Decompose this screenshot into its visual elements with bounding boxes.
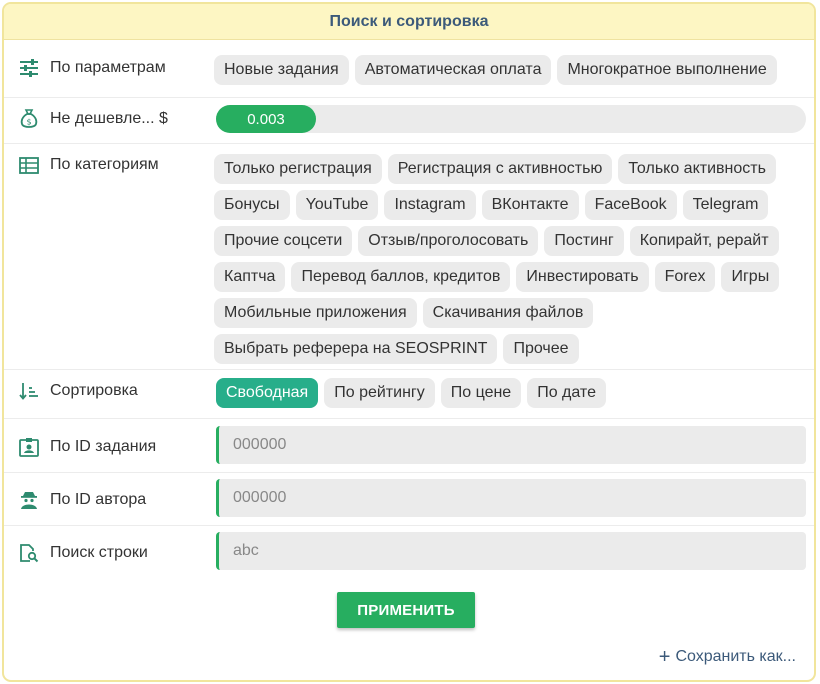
category-chip[interactable]: Мобильные приложения (214, 298, 417, 328)
category-chip[interactable]: Forex (654, 262, 716, 292)
task-id-label-wrap: По ID задания (18, 436, 156, 458)
sort-row: Сортировка Свободная По рейтингу По цене По… (4, 370, 814, 419)
id-card-icon (18, 436, 40, 458)
category-chip[interactable]: Каптча (214, 262, 286, 292)
search-sort-panel: Поиск и сортировка По параметрам Новые з… (2, 2, 816, 682)
params-chips: Новые задания Автоматическая оплата Многок… (214, 55, 806, 85)
money-bag-icon: $ (18, 108, 40, 130)
category-chip[interactable]: Бонусы (214, 190, 290, 220)
save-as-label: Сохранить как... (675, 648, 796, 665)
price-row: $ Не дешевле... $ 0.003 (4, 98, 814, 144)
category-chip[interactable]: Отзыв/проголосовать (358, 226, 539, 256)
save-as-link[interactable]: + Сохранить как... (658, 646, 796, 668)
author-id-label-wrap: По ID автора (18, 489, 146, 511)
category-chip[interactable]: Перевод баллов, кредитов (291, 262, 511, 292)
params-label-wrap: По параметрам (18, 57, 166, 79)
panel-title: Поиск и сортировка (4, 4, 814, 40)
category-chip[interactable]: Постинг (544, 226, 624, 256)
author-id-input[interactable] (216, 479, 806, 517)
price-slider-handle[interactable]: 0.003 (216, 105, 316, 133)
price-label: Не дешевле... $ (50, 110, 168, 127)
category-chip[interactable]: Только регистрация (214, 154, 382, 184)
search-row: Поиск строки (4, 526, 814, 580)
param-chip[interactable]: Автоматическая оплата (354, 55, 552, 85)
search-label-wrap: Поиск строки (18, 542, 148, 564)
sort-icon (18, 380, 40, 402)
search-input[interactable] (216, 532, 806, 570)
category-chip[interactable]: YouTube (295, 190, 379, 220)
category-chip[interactable]: Прочее (503, 334, 579, 364)
sort-option-chip[interactable]: По рейтингу (324, 378, 435, 408)
categories-label-wrap: По категориям (18, 154, 159, 176)
sliders-icon (18, 57, 40, 79)
sort-label-wrap: Сортировка (18, 380, 138, 402)
param-chip[interactable]: Новые задания (214, 55, 349, 85)
category-chip[interactable]: FaceBook (584, 190, 677, 220)
user-spy-icon (18, 489, 40, 511)
params-label: По параметрам (50, 59, 166, 76)
task-id-label: По ID задания (50, 438, 157, 455)
author-id-row: По ID автора (4, 473, 814, 526)
category-chip[interactable]: Копирайт, рерайт (629, 226, 779, 256)
plus-icon: + (658, 646, 671, 668)
category-chips: Только регистрация Регистрация с активнос… (214, 154, 784, 364)
price-value: 0.003 (247, 110, 285, 128)
categories-label: По категориям (50, 156, 159, 173)
category-chip[interactable]: Регистрация с активностью (387, 154, 613, 184)
author-id-label: По ID автора (50, 491, 147, 508)
category-chip[interactable]: Telegram (682, 190, 769, 220)
category-chip[interactable]: Только активность (618, 154, 776, 184)
price-slider[interactable]: 0.003 (216, 105, 806, 133)
sort-options: Свободная По рейтингу По цене По дате (216, 378, 806, 408)
sort-option-chip[interactable]: По дате (527, 378, 606, 408)
category-chip[interactable]: Инвестировать (516, 262, 649, 292)
sort-label: Сортировка (50, 382, 138, 399)
price-label-wrap: $ Не дешевле... $ (18, 108, 168, 130)
category-chip[interactable]: Выбрать реферера на SEOSPRINT (214, 334, 498, 364)
file-search-icon (18, 542, 40, 564)
task-id-input[interactable] (216, 426, 806, 464)
category-chip[interactable]: ВКонтакте (481, 190, 579, 220)
table-icon (18, 154, 40, 176)
params-row: По параметрам Новые задания Автоматическа… (4, 40, 814, 98)
search-label: Поиск строки (50, 544, 148, 561)
task-id-row: По ID задания (4, 419, 814, 473)
categories-row: По категориям Только регистрация Регистра… (4, 144, 814, 370)
apply-button[interactable]: ПРИМЕНИТЬ (337, 592, 475, 628)
category-chip[interactable]: Instagram (384, 190, 476, 220)
category-chip[interactable]: Прочие соцсети (214, 226, 353, 256)
param-chip[interactable]: Многократное выполнение (557, 55, 777, 85)
sort-option-chip[interactable]: По цене (440, 378, 522, 408)
category-chip[interactable]: Скачивания файлов (422, 298, 594, 328)
svg-text:$: $ (26, 118, 31, 127)
category-chip[interactable]: Игры (721, 262, 780, 292)
sort-option-chip[interactable]: Свободная (216, 378, 319, 408)
